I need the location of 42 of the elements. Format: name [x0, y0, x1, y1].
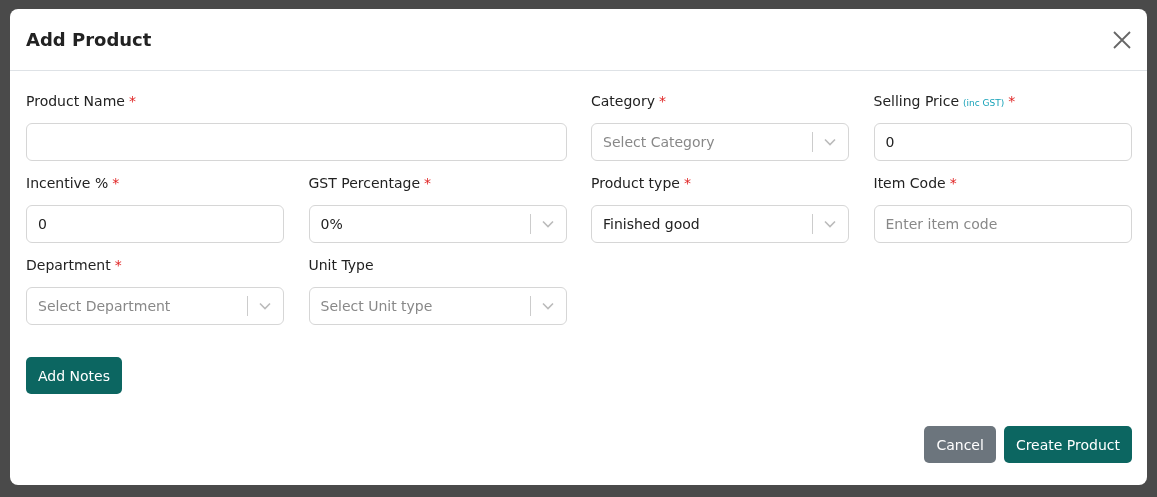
required-asterisk: * [949, 175, 957, 191]
required-asterisk: * [683, 175, 691, 191]
input-field[interactable]: 0 [26, 205, 284, 243]
input-field[interactable]: Enter item code [873, 205, 1132, 243]
select-value: 0% [320, 216, 344, 232]
chevron-down-icon [824, 138, 836, 146]
chevron-down-icon [541, 220, 554, 228]
field-label: Category [591, 93, 655, 109]
required-asterisk: * [114, 257, 122, 273]
select-placeholder: Select Unit type [320, 298, 434, 314]
field-label: Product Name [26, 93, 125, 109]
select-field[interactable]: Select Unit type [308, 287, 567, 325]
cancel-button[interactable]: Cancel [924, 426, 996, 463]
required-asterisk: * [112, 175, 120, 191]
chevron-down-icon [541, 302, 554, 310]
select-field[interactable]: Finished good [591, 205, 849, 243]
required-asterisk: * [128, 93, 136, 109]
required-asterisk: * [658, 93, 666, 109]
field-label: Selling Price [873, 93, 960, 109]
field-label: Incentive % [26, 175, 109, 191]
chevron-down-icon [824, 220, 836, 228]
field-label: Department [26, 257, 111, 273]
field-label: Item Code [873, 175, 946, 191]
input-field[interactable] [26, 123, 567, 161]
input-field[interactable]: 0 [873, 123, 1132, 161]
select-field[interactable]: 0% [308, 205, 567, 243]
select-placeholder: Select Category [603, 134, 716, 150]
select-placeholder: Select Department [38, 298, 172, 314]
create-product-button[interactable]: Create Product [1003, 426, 1132, 463]
field-label: Unit Type [308, 257, 374, 273]
required-asterisk: * [1008, 93, 1016, 109]
field-label: GST Percentage [308, 175, 420, 191]
select-field[interactable]: Select Department [26, 287, 284, 325]
required-asterisk: * [424, 175, 431, 191]
select-value: Finished good [603, 216, 701, 232]
select-field[interactable]: Select Category [591, 123, 849, 161]
add-notes-button[interactable]: Add Notes [26, 357, 122, 394]
field-note: (inc GST) [963, 98, 1005, 108]
close-icon[interactable] [1113, 30, 1131, 49]
field-label: Product type [591, 175, 680, 191]
dialog-title: Add Product [26, 29, 152, 50]
chevron-down-icon [259, 302, 271, 310]
